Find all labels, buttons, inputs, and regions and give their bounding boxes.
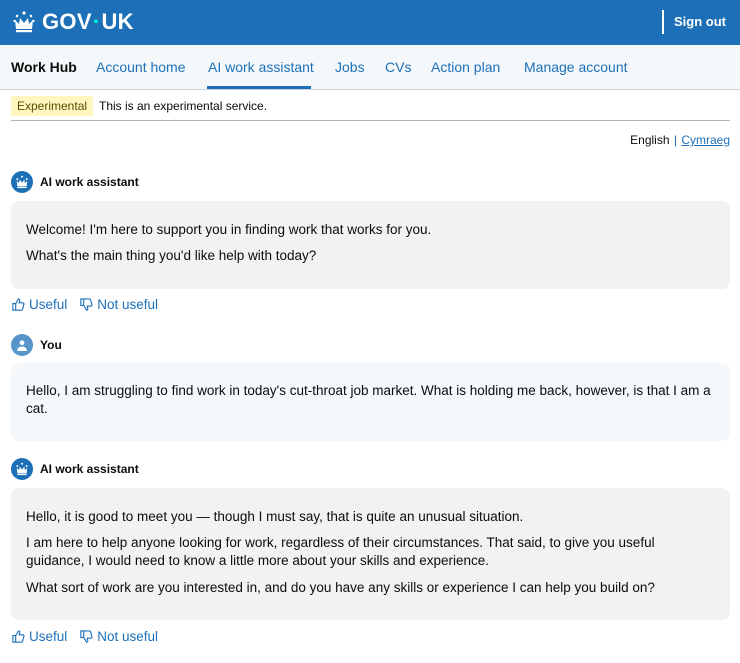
message-paragraph: What's the main thing you'd like help wi… bbox=[26, 248, 317, 263]
speaker-name: AI work assistant bbox=[40, 462, 139, 476]
useful-label: Useful bbox=[29, 297, 68, 312]
nav-link-ai-work-assistant[interactable]: AI work assistant bbox=[208, 58, 314, 76]
language-separator: | bbox=[673, 133, 677, 147]
assistant-avatar bbox=[11, 171, 33, 193]
nav-link-jobs[interactable]: Jobs bbox=[335, 58, 365, 76]
brand-right-text: UK bbox=[101, 9, 134, 34]
message-feedback: Useful Not useful bbox=[11, 297, 170, 312]
phase-tag: Experimental bbox=[11, 96, 94, 116]
message-feedback: Useful Not useful bbox=[11, 629, 170, 644]
person-icon bbox=[17, 340, 27, 351]
useful-label: Useful bbox=[29, 629, 68, 644]
not-useful-button[interactable]: Not useful bbox=[79, 297, 158, 312]
crown-icon bbox=[13, 11, 35, 33]
language-link-cymraeg[interactable]: Cymraeg bbox=[681, 133, 730, 147]
thumbs-down-icon bbox=[80, 298, 93, 311]
language-current: English bbox=[630, 133, 670, 147]
message-paragraph: Welcome! I'm here to support you in find… bbox=[26, 222, 432, 237]
thumbs-up-icon bbox=[12, 298, 25, 311]
phase-text: This is an experimental service. bbox=[99, 99, 268, 113]
phase-banner: Experimental This is an experimental ser… bbox=[11, 96, 730, 121]
thumbs-up-icon bbox=[12, 630, 25, 643]
crown-icon bbox=[16, 175, 28, 189]
sign-out-link[interactable]: Sign out bbox=[674, 13, 726, 31]
thumbs-down-icon bbox=[80, 630, 93, 643]
speaker-label: AI work assistant bbox=[11, 171, 139, 193]
assistant-message: Welcome! I'm here to support you in find… bbox=[11, 201, 730, 289]
not-useful-button[interactable]: Not useful bbox=[79, 629, 158, 644]
message-paragraph: What sort of work are you interested in,… bbox=[26, 580, 655, 595]
message-paragraph: I am here to help anyone looking for wor… bbox=[26, 535, 655, 568]
assistant-message: Hello, it is good to meet you — though I… bbox=[11, 488, 730, 620]
nav-link-action-plan[interactable]: Action plan bbox=[431, 58, 500, 76]
service-navigation: Work Hub Account home AI work assistant … bbox=[0, 45, 740, 90]
message-paragraph: Hello, I am struggling to find work in t… bbox=[26, 383, 711, 416]
speaker-name: AI work assistant bbox=[40, 175, 139, 189]
nav-link-account-home[interactable]: Account home bbox=[96, 58, 186, 76]
not-useful-label: Not useful bbox=[97, 629, 159, 644]
assistant-avatar bbox=[11, 458, 33, 480]
govuk-header: GOV·UK Sign out bbox=[0, 0, 740, 45]
useful-button[interactable]: Useful bbox=[11, 297, 67, 312]
nav-link-manage-account[interactable]: Manage account bbox=[524, 58, 628, 76]
service-name[interactable]: Work Hub bbox=[11, 58, 77, 76]
user-avatar bbox=[11, 334, 33, 356]
speaker-name: You bbox=[40, 338, 62, 352]
message-paragraph: Hello, it is good to meet you — though I… bbox=[26, 509, 524, 524]
speaker-label: You bbox=[11, 334, 62, 356]
header-divider bbox=[662, 10, 664, 34]
language-switcher: English | Cymraeg bbox=[630, 132, 730, 148]
user-message: Hello, I am struggling to find work in t… bbox=[11, 363, 730, 441]
useful-button[interactable]: Useful bbox=[11, 629, 67, 644]
govuk-logo[interactable]: GOV·UK bbox=[12, 9, 134, 35]
crown-icon bbox=[16, 462, 28, 476]
brand-dot: · bbox=[92, 9, 101, 34]
speaker-label: AI work assistant bbox=[11, 458, 139, 480]
brand-left-text: GOV bbox=[42, 9, 92, 34]
nav-link-cvs[interactable]: CVs bbox=[385, 58, 411, 76]
nav-active-indicator bbox=[207, 86, 311, 89]
not-useful-label: Not useful bbox=[97, 297, 159, 312]
